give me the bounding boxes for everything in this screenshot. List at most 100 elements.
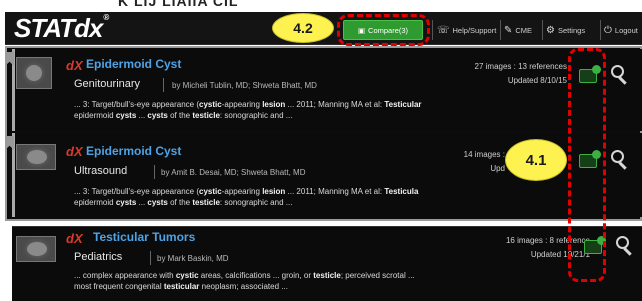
result-byline: by Amit B. Desai, MD; Shweta Bhatt, MD	[161, 168, 306, 177]
help-support-link[interactable]: ☏ Help/Support	[437, 23, 496, 37]
compare-button-label: Compare(3)	[368, 25, 409, 35]
snippet-text: -appearing	[221, 100, 263, 109]
dx-logo: dX	[66, 144, 83, 159]
snippet-highlight: Testicula	[384, 187, 419, 196]
result-snippet: ... 3: Target/bull's-eye appearance (cys…	[74, 100, 574, 121]
snippet-text: most frequent congenital	[74, 281, 164, 291]
byline-divider	[154, 165, 155, 179]
compare-add-icon[interactable]	[579, 150, 601, 168]
settings-label: Settings	[557, 25, 586, 35]
help-icon: ☏	[437, 24, 450, 36]
dx-mark: dX	[66, 231, 83, 246]
registered-mark: ®	[103, 13, 109, 22]
snippet-text: : sonographic and ...	[219, 110, 293, 120]
result-thumbnail[interactable]	[16, 236, 56, 262]
snippet-text: of the	[167, 110, 193, 120]
snippet-text: : sonographic and ...	[219, 197, 293, 207]
cme-label: CME	[515, 25, 533, 35]
result-updated: Upd	[490, 164, 505, 173]
result-snippet: ... complex appearance with cystic areas…	[74, 271, 574, 292]
result-thumbnail[interactable]	[16, 57, 52, 89]
compare-add-icon[interactable]	[584, 236, 606, 254]
nav-divider	[542, 20, 543, 40]
result-title[interactable]: Epidermoid Cyst	[86, 57, 181, 71]
byline-divider	[163, 78, 164, 92]
result-category: Pediatrics	[74, 251, 123, 263]
magnifier-icon[interactable]	[611, 65, 627, 85]
callout-4-1: 4.1	[505, 139, 567, 181]
result-thumbnail[interactable]	[16, 144, 56, 170]
snippet-highlight: testicle	[313, 271, 341, 280]
cme-icon: ✎	[504, 24, 513, 36]
logo-text: STATdx	[14, 13, 103, 43]
snippet-text: epidermoid	[74, 197, 116, 207]
result-category: Genitourinary	[74, 78, 141, 90]
snippet-line: epidermoid cysts ... cysts of the testic…	[74, 111, 574, 122]
page-top-strip: K LIJ LIAIIA CIL	[0, 0, 642, 12]
snippet-highlight: Testicular	[384, 100, 422, 109]
snippet-highlight: cysts	[115, 197, 137, 207]
gear-icon: ⚙	[546, 24, 555, 36]
magnifier-icon[interactable]	[611, 150, 627, 170]
snippet-highlight: cystic	[199, 187, 222, 196]
snippet-text: neoplasm; associated ...	[199, 281, 288, 291]
snippet-highlight: cysts	[115, 110, 137, 120]
settings-link[interactable]: ⚙ Settings	[546, 23, 585, 37]
result-byline: by Micheli Tublin, MD; Shweta Bhatt, MD	[172, 81, 317, 90]
result-byline: by Mark Baskin, MD	[157, 254, 229, 263]
snippet-text: ...	[136, 197, 148, 207]
help-support-label: Help/Support	[452, 25, 497, 35]
snippet-text: of the	[167, 197, 193, 207]
compare-add-icon[interactable]	[579, 65, 601, 83]
snippet-text: ...	[136, 110, 148, 120]
snippet-line: ... 3: Target/bull's-eye appearance (cys…	[74, 187, 574, 198]
logout-link[interactable]: ⏻ Logout	[604, 23, 638, 37]
cme-link[interactable]: ✎ CME	[504, 23, 532, 37]
power-icon: ⏻	[604, 24, 612, 36]
snippet-highlight: testicular	[163, 281, 200, 291]
snippet-highlight: testicle	[192, 110, 220, 120]
result-title[interactable]: Epidermoid Cyst	[86, 144, 181, 158]
result-counts: 16 images : 8 reference	[505, 236, 590, 245]
snippet-text: areas, calcifications ... groin, or	[198, 271, 314, 280]
dx-mark: dX	[66, 58, 83, 73]
nav-divider	[600, 20, 601, 40]
snippet-highlight: cystic	[175, 271, 199, 280]
snippet-line: most frequent congenital testicular neop…	[74, 282, 574, 293]
compare-button[interactable]: ▣ Compare(3)	[343, 20, 423, 40]
dx-logo: dX	[66, 58, 83, 73]
snippet-highlight: cystic	[199, 100, 222, 109]
statdx-logo[interactable]: STATdx®	[14, 13, 109, 44]
result-counts: 27 images : 13 references	[474, 62, 568, 71]
dx-mark: dX	[66, 144, 83, 159]
result-counts: 14 images :	[463, 150, 505, 159]
top-strip-text: K LIJ LIAIIA CIL	[118, 0, 239, 9]
magnifier-icon[interactable]	[616, 236, 632, 256]
snippet-text: ... 2011; Manning MA et al:	[285, 100, 385, 109]
snippet-text: ... complex appearance with	[74, 271, 176, 280]
result-category: Ultrasound	[74, 165, 128, 177]
snippet-highlight: lesion	[262, 100, 286, 109]
snippet-text: epidermoid	[74, 110, 116, 120]
snippet-text: ... 3: Target/bull's-eye appearance (	[74, 100, 200, 109]
snippet-highlight: testicle	[192, 197, 220, 207]
compare-icon: ▣	[357, 25, 366, 35]
snippet-text: ... 2011; Manning MA et al:	[285, 187, 385, 196]
snippet-text: ; perceived scrotal ...	[340, 271, 415, 280]
result-title[interactable]: Testicular Tumors	[93, 230, 195, 244]
snippet-line: ... 3: Target/bull's-eye appearance (cys…	[74, 100, 574, 111]
snippet-line: ... complex appearance with cystic areas…	[74, 271, 574, 282]
result-snippet: ... 3: Target/bull's-eye appearance (cys…	[74, 187, 574, 208]
result-updated: Updated 8/10/15	[507, 76, 567, 85]
snippet-highlight: lesion	[262, 187, 286, 196]
snippet-text: ... 3: Target/bull's-eye appearance (	[74, 187, 200, 196]
callout-4-2: 4.2	[272, 13, 334, 43]
snippet-line: epidermoid cysts ... cysts of the testic…	[74, 198, 574, 209]
snippet-text: -appearing	[221, 187, 263, 196]
result-updated: Updated 10/21/1	[530, 250, 590, 259]
dx-logo: dX	[66, 231, 83, 246]
snippet-highlight: cysts	[147, 197, 168, 207]
snippet-highlight: cysts	[147, 110, 168, 120]
nav-divider	[432, 20, 433, 40]
logout-label: Logout	[614, 25, 638, 35]
